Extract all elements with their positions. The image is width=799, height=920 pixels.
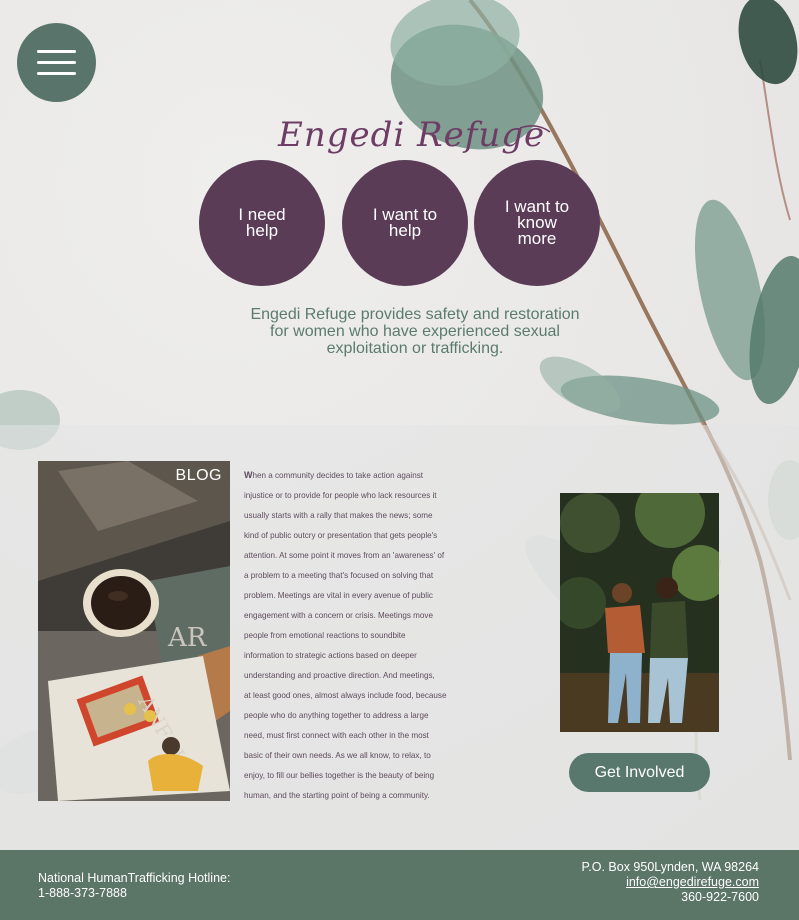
- blog-drop-letter: W: [244, 470, 253, 480]
- blog-card[interactable]: AR ANFOLK BLOG: [38, 461, 230, 801]
- hotline-number[interactable]: 1-888-373-7888: [38, 886, 230, 901]
- blog-label: BLOG: [175, 467, 222, 484]
- email-link[interactable]: info@engedirefuge.com: [582, 875, 759, 890]
- mission-line: Engedi Refuge provides safety and restor…: [250, 306, 580, 323]
- i-want-to-know-more-button[interactable]: I want to know more: [474, 160, 600, 286]
- blog-line: When a community decides to take action …: [244, 465, 484, 486]
- hotline-block: National HumanTrafficking Hotline: 1-888…: [38, 871, 230, 901]
- phone-number[interactable]: 360-922-7600: [582, 890, 759, 905]
- blog-line: injustice or to provide for people who l…: [244, 491, 437, 500]
- hamburger-menu-icon-bar: [37, 72, 76, 75]
- blog-line: people who do anything together to addre…: [244, 711, 429, 720]
- hamburger-menu-icon-bar: [37, 61, 76, 64]
- engedi-refuge-logo[interactable]: Engedi Refuge: [270, 106, 560, 166]
- svg-text:AR: AR: [167, 623, 208, 653]
- cta-label: I need help: [212, 206, 312, 240]
- logo-text: Engedi Refuge: [277, 115, 545, 155]
- blog-line: understanding and proactive direction. A…: [244, 671, 435, 680]
- i-want-to-help-button[interactable]: I want to help: [342, 160, 468, 286]
- blog-line: a problem to a meeting that's focused on…: [244, 571, 434, 580]
- footer: National HumanTrafficking Hotline: 1-888…: [0, 850, 799, 920]
- blog-line: at least good ones, almost always includ…: [244, 691, 447, 700]
- blog-line: basic of their own needs. As we all know…: [244, 751, 431, 760]
- blog-line: need, must first connect with each other…: [244, 731, 429, 740]
- blog-line: kind of public outcry or presentation th…: [244, 531, 438, 540]
- blog-excerpt: When a community decides to take action …: [244, 465, 484, 806]
- blog-line: enjoy, to fill our bellies together is t…: [244, 771, 435, 780]
- hotline-label: National HumanTrafficking Hotline:: [38, 871, 231, 885]
- cta-label-line: more: [517, 229, 557, 248]
- i-need-help-button[interactable]: I need help: [199, 160, 325, 286]
- cta-label: I want to help: [355, 206, 455, 240]
- blog-line: problem. Meetings are vital in every ave…: [244, 591, 433, 600]
- contact-block: P.O. Box 950Lynden, WA 98264 info@engedi…: [582, 860, 759, 905]
- blog-line: usually starts with a rally that makes t…: [244, 511, 433, 520]
- hamburger-menu-icon: [37, 50, 76, 53]
- blog-line: information to strategic actions based o…: [244, 651, 417, 660]
- blog-photo: AR ANFOLK: [38, 461, 230, 801]
- blog-line: attention. At some point it moves from a…: [244, 551, 445, 560]
- blog-line: engagement with a concern or crisis. Mee…: [244, 611, 433, 620]
- menu-button[interactable]: [17, 23, 96, 102]
- women-photo: [560, 493, 719, 732]
- mission-line: exploitation or trafficking.: [326, 340, 504, 357]
- mission-line: for women who have experienced sexual: [270, 323, 560, 340]
- blog-line-text: hen a community decides to take action a…: [252, 471, 424, 480]
- cta-label-line: help: [245, 221, 279, 240]
- cta-label: I want to know more: [487, 198, 587, 248]
- get-involved-button[interactable]: Get Involved: [569, 753, 710, 792]
- mailing-address: P.O. Box 950Lynden, WA 98264: [581, 860, 759, 874]
- cta-label-line: help: [388, 221, 422, 240]
- mission-statement: Engedi Refuge provides safety and restor…: [230, 306, 600, 357]
- blog-line: people from emotional reactions to sound…: [244, 631, 406, 640]
- blog-line: human, and the starting point of being a…: [244, 791, 430, 800]
